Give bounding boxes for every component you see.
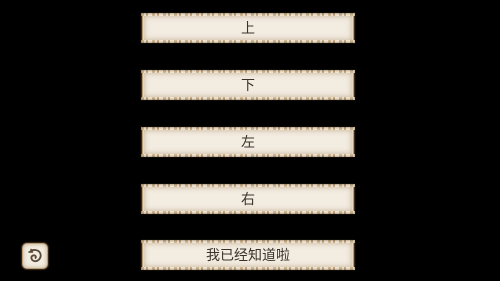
down-button[interactable]: 下 [141, 70, 355, 100]
back-button[interactable] [22, 243, 48, 269]
left-button-label: 左 [241, 135, 255, 151]
left-button[interactable]: 左 [141, 127, 355, 157]
confirm-button[interactable]: 我已经知道啦 [141, 240, 355, 270]
confirm-button-label: 我已经知道啦 [206, 248, 290, 264]
up-button-label: 上 [241, 21, 255, 37]
right-button-label: 右 [241, 192, 255, 208]
right-button[interactable]: 右 [141, 184, 355, 214]
back-swirl-icon [28, 248, 42, 263]
down-button-label: 下 [241, 78, 255, 94]
up-button[interactable]: 上 [141, 13, 355, 43]
